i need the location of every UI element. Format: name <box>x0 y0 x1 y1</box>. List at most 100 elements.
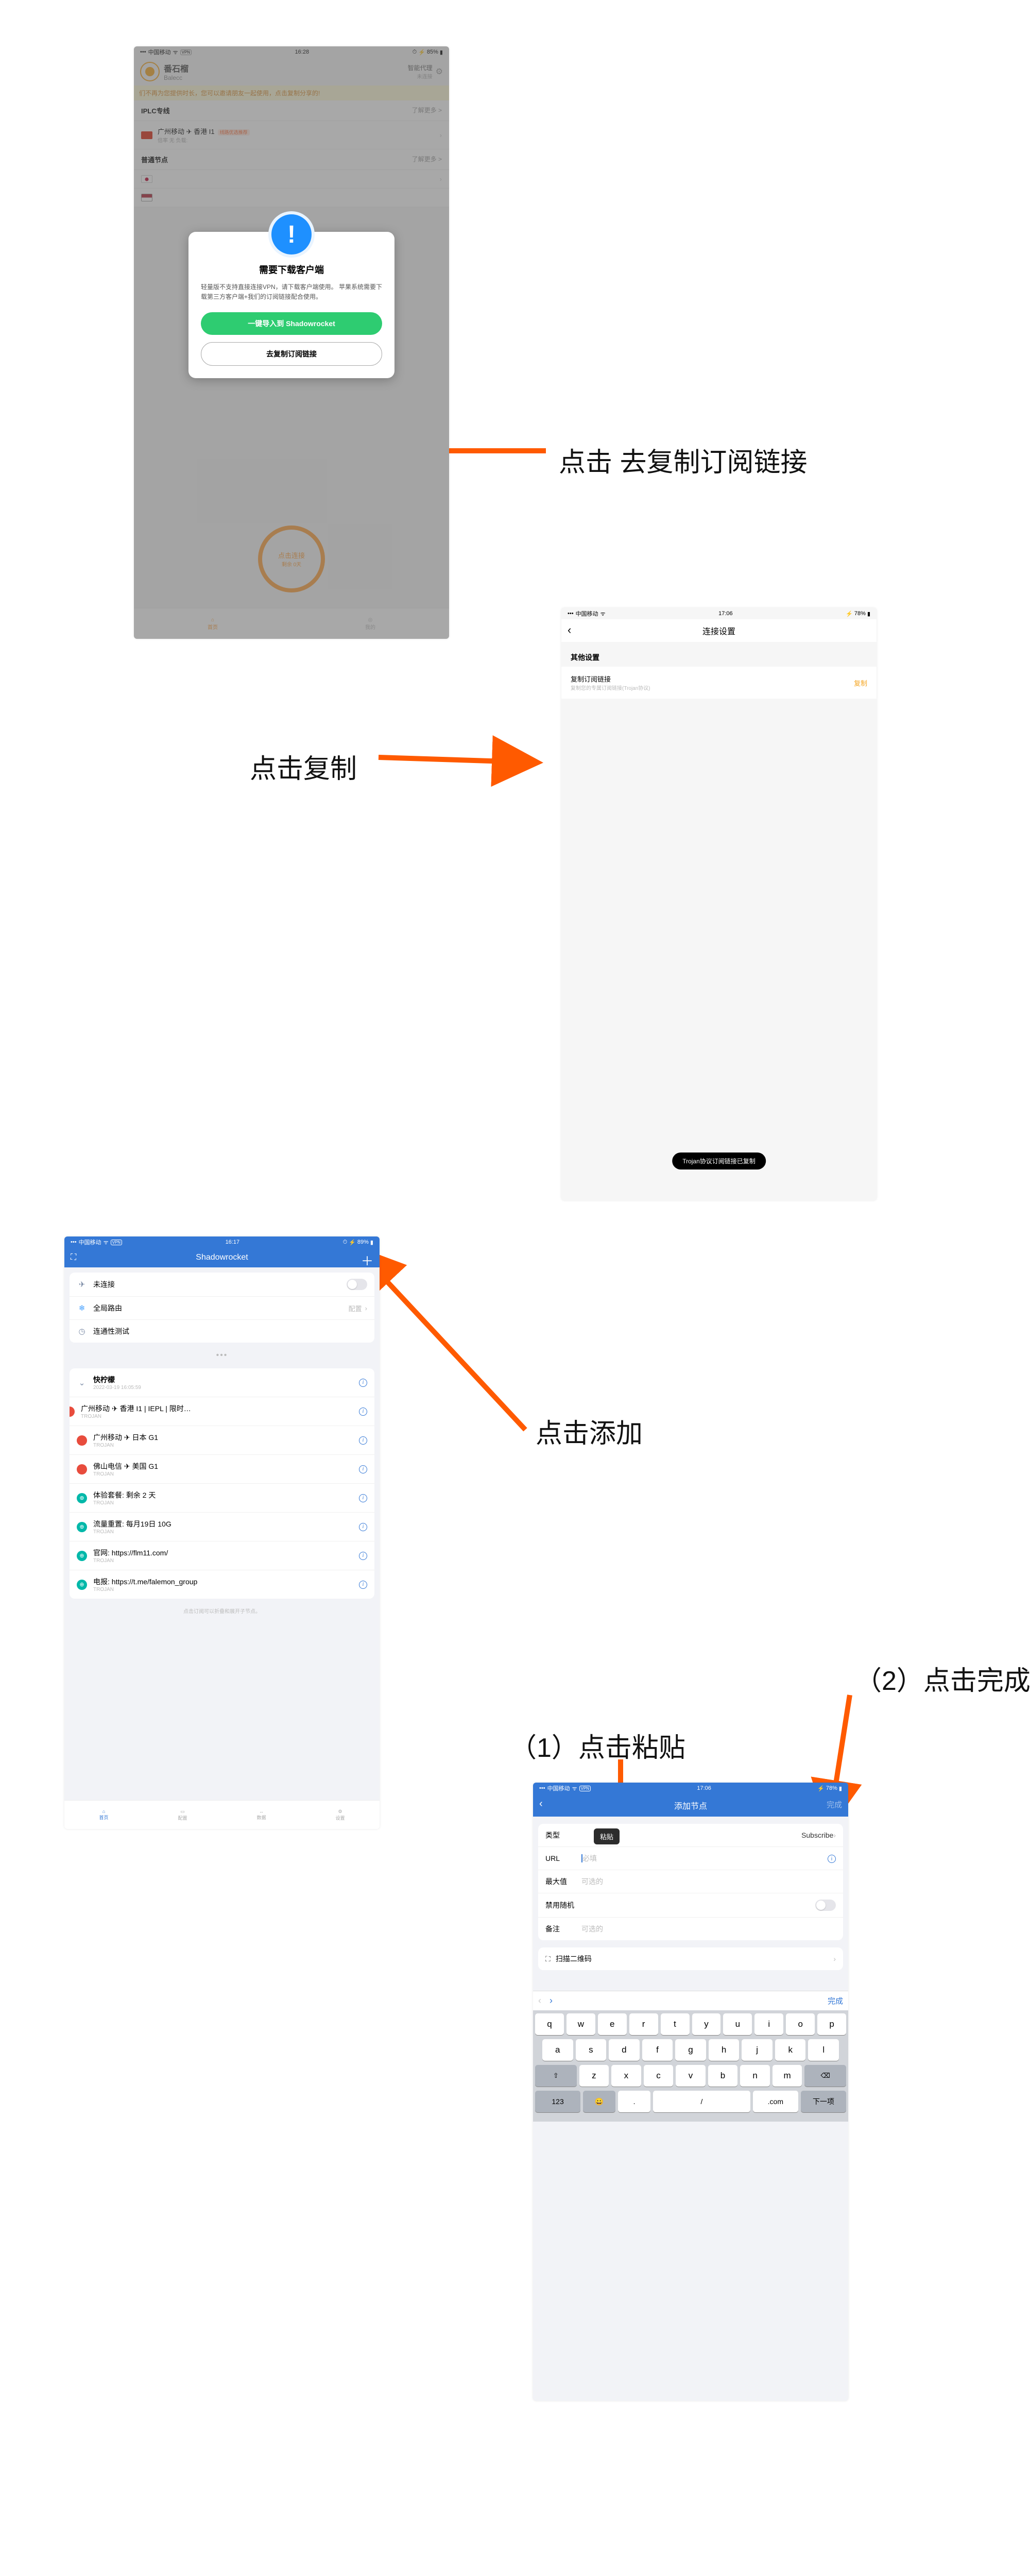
field-disable-random[interactable]: 禁用随机 <box>538 1893 843 1918</box>
row-connectivity-test[interactable]: ◷连通性测试 <box>70 1320 374 1343</box>
node-jp[interactable]: 广州移动 ✈ 日本 G1TROJAN i <box>70 1426 374 1455</box>
info-icon[interactable]: i <box>359 1436 367 1445</box>
key-l[interactable]: l <box>808 2039 839 2061</box>
tab-settings[interactable]: ⚙设置 <box>301 1801 380 1829</box>
key-z[interactable]: z <box>579 2065 609 2087</box>
ios-keyboard: qwertyuiop asdfghjkl ⇧zxcvbnm⌫ 123😀./.co… <box>533 2010 848 2122</box>
done-button[interactable]: 完成 <box>827 1799 842 1810</box>
row-global-route[interactable]: ❄全局路由 配置› <box>70 1297 374 1320</box>
key-n[interactable]: n <box>740 2065 770 2087</box>
modal-title: 需要下载客户端 <box>201 263 382 276</box>
key-t[interactable]: t <box>661 2013 690 2035</box>
key-123[interactable]: 123 <box>535 2091 580 2112</box>
node-reset[interactable]: ⊕ 流量重置: 每月19日 10GTROJAN i <box>70 1513 374 1541</box>
modal-body: 轻量版不支持直接连接VPN，请下载客户端使用。 苹果系统需要下载第三方客户端+我… <box>201 282 382 302</box>
next-field-button[interactable]: › <box>550 1995 553 2006</box>
page-title: 连接设置 <box>702 628 735 636</box>
key-i[interactable]: i <box>754 2013 783 2035</box>
top-settings-card: ✈未连接 ❄全局路由 配置› ◷连通性测试 <box>70 1273 374 1343</box>
prev-field-button[interactable]: ‹ <box>538 1995 541 2006</box>
paste-menu[interactable]: 粘贴 <box>594 1828 620 1844</box>
keyboard-done-button[interactable]: 完成 <box>828 1995 843 2006</box>
chevron-right-icon: › <box>365 1304 367 1312</box>
tab-home[interactable]: ⌂首页 <box>64 1801 143 1829</box>
nav-bar: ⛶ Shadowrocket ＋ <box>64 1248 380 1267</box>
back-button[interactable]: ‹ <box>568 623 571 637</box>
key-c[interactable]: c <box>644 2065 674 2087</box>
field-note[interactable]: 备注可选的 <box>538 1918 843 1940</box>
status-bar: •••中国移动ᯤ 17:06 ⚡78%▮ <box>561 608 877 619</box>
info-icon[interactable]: i <box>359 1552 367 1560</box>
key-v[interactable]: v <box>676 2065 706 2087</box>
node-trial[interactable]: ⊕ 体验套餐: 剩余 2 天TROJAN i <box>70 1484 374 1513</box>
tab-config[interactable]: ▭配置 <box>143 1801 222 1829</box>
info-icon[interactable]: i <box>359 1379 367 1387</box>
key-下一项[interactable]: 下一项 <box>801 2091 846 2112</box>
scan-qr-icon[interactable]: ⛶ <box>71 1253 76 1262</box>
toast-copied: Trojan协议订阅链接已复制 <box>672 1153 766 1170</box>
info-icon: ! <box>268 211 315 258</box>
copy-subscribe-row[interactable]: 复制订阅链接 复制您的专属订阅链接(Trojan协议) 复制 <box>561 667 877 699</box>
key-m[interactable]: m <box>772 2065 802 2087</box>
connect-toggle[interactable] <box>347 1279 367 1290</box>
key-.[interactable]: . <box>618 2091 650 2112</box>
key-d[interactable]: d <box>609 2039 640 2061</box>
status-bar: •••中国移动ᯤVPN 17:06 ⚡78%▮ <box>533 1783 848 1794</box>
key-q[interactable]: q <box>535 2013 564 2035</box>
field-type[interactable]: 类型Subscribe› <box>538 1824 843 1847</box>
field-max[interactable]: 最大值可选的 <box>538 1870 843 1893</box>
key-h[interactable]: h <box>709 2039 740 2061</box>
subscription-header[interactable]: ⌄ 快柠檬2022-03-19 16:05:59 i <box>70 1368 374 1397</box>
node-hk[interactable]: 广州移动 ✈ 香港 I1 | IEPL | 限时…TROJAN i <box>70 1397 374 1426</box>
key-e[interactable]: e <box>598 2013 627 2035</box>
info-icon[interactable]: i <box>359 1408 367 1416</box>
key-/[interactable]: / <box>653 2091 750 2112</box>
info-icon[interactable]: i <box>359 1523 367 1531</box>
key-a[interactable]: a <box>542 2039 573 2061</box>
nav-bar: ‹ 连接设置 <box>561 619 877 642</box>
random-toggle[interactable] <box>815 1900 836 1911</box>
key-g[interactable]: g <box>675 2039 706 2061</box>
folder-icon: ▭ <box>180 1809 185 1815</box>
info-icon[interactable]: i <box>359 1465 367 1473</box>
anno-click-done: （2）点击完成 <box>855 1659 1030 1698</box>
key-f[interactable]: f <box>642 2039 673 2061</box>
key-y[interactable]: y <box>692 2013 721 2035</box>
back-button[interactable]: ‹ <box>539 1798 543 1810</box>
copy-subscribe-link-button[interactable]: 去复制订阅链接 <box>201 342 382 366</box>
tab-data[interactable]: ↔数据 <box>222 1801 301 1829</box>
node-us[interactable]: 佛山电信 ✈ 美国 G1TROJAN i <box>70 1455 374 1484</box>
key-k[interactable]: k <box>775 2039 806 2061</box>
info-icon[interactable]: i <box>359 1494 367 1502</box>
key-😀[interactable]: 😀 <box>583 2091 615 2112</box>
key-⌫[interactable]: ⌫ <box>804 2065 846 2087</box>
key-x[interactable]: x <box>611 2065 641 2087</box>
key-j[interactable]: j <box>742 2039 772 2061</box>
import-shadowrocket-button[interactable]: 一键导入到 Shadowrocket <box>201 312 382 335</box>
anno-click-copy: 点击复制 <box>250 747 357 786</box>
status-bar: •••中国移动ᯤVPN 16:17 ⏱⚡89%▮ <box>64 1236 380 1248</box>
flag-circle-icon <box>77 1435 87 1446</box>
info-icon[interactable]: i <box>359 1581 367 1589</box>
screenshot-add-node: •••中国移动ᯤVPN 17:06 ⚡78%▮ ‹ 添加节点 完成 类型Subs… <box>533 1783 848 2401</box>
key-p[interactable]: p <box>817 2013 846 2035</box>
info-icon[interactable]: i <box>828 1855 836 1863</box>
key-⇧[interactable]: ⇧ <box>535 2065 577 2087</box>
node-website[interactable]: ⊕ 官网: https://flm11.com/TROJAN i <box>70 1541 374 1570</box>
key-u[interactable]: u <box>723 2013 752 2035</box>
key-o[interactable]: o <box>786 2013 815 2035</box>
node-telegram[interactable]: ⊕ 电报: https://t.me/falemon_groupTROJAN i <box>70 1570 374 1599</box>
copy-button[interactable]: 复制 <box>854 678 867 688</box>
key-row-2: asdfghjkl <box>535 2039 846 2061</box>
screenshot-shadowrocket-home: •••中国移动ᯤVPN 16:17 ⏱⚡89%▮ ⛶ Shadowrocket … <box>64 1236 380 1829</box>
key-row-3: ⇧zxcvbnm⌫ <box>535 2065 846 2087</box>
key-r[interactable]: r <box>629 2013 658 2035</box>
key-s[interactable]: s <box>576 2039 607 2061</box>
field-url[interactable]: 粘贴 URL必填 i <box>538 1847 843 1870</box>
key-.com[interactable]: .com <box>753 2091 798 2112</box>
key-w[interactable]: w <box>566 2013 595 2035</box>
key-b[interactable]: b <box>708 2065 738 2087</box>
scan-qr-row[interactable]: ⛶ 扫描二维码› <box>538 1947 843 1970</box>
row-not-connected[interactable]: ✈未连接 <box>70 1273 374 1297</box>
add-button[interactable]: ＋ <box>361 1251 373 1269</box>
